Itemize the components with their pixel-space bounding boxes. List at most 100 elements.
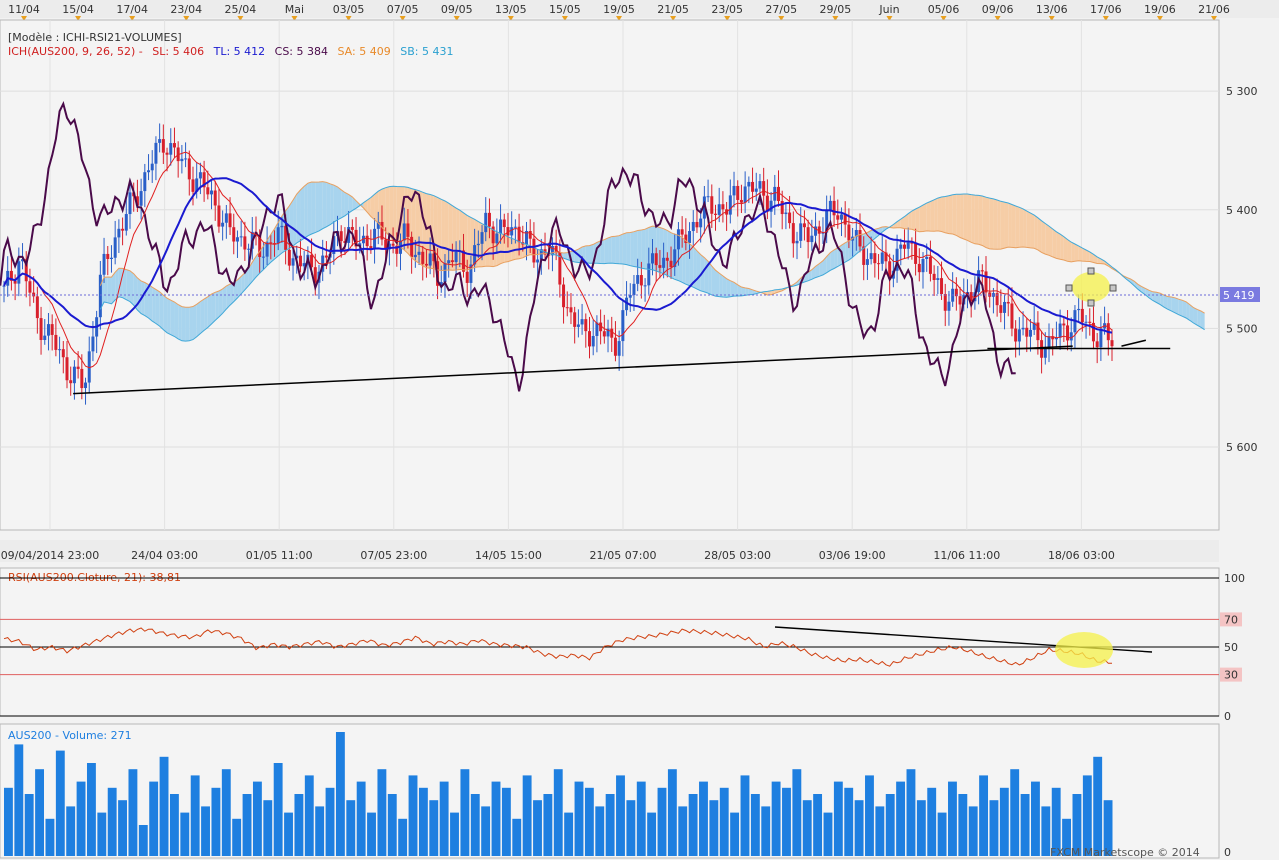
kumo-segment xyxy=(848,238,853,261)
top-date-label: 13/06 xyxy=(1036,3,1068,16)
kumo-segment xyxy=(344,192,349,216)
candle-body xyxy=(1099,328,1103,348)
volume-bar xyxy=(66,806,76,856)
kumo-segment xyxy=(315,181,319,233)
time-tick-label: 24/04 03:00 xyxy=(131,549,198,562)
rsi-panel[interactable] xyxy=(0,567,1220,717)
main-chart-panel[interactable] xyxy=(0,19,1220,531)
candle-body xyxy=(280,225,284,228)
kumo-segment xyxy=(326,182,331,227)
candle-body xyxy=(832,200,836,216)
candle-body xyxy=(184,158,188,160)
candle-body xyxy=(739,199,743,203)
candle-body xyxy=(187,158,191,180)
volume-bar xyxy=(522,775,532,856)
candle-body xyxy=(276,227,280,244)
volume-bar xyxy=(242,794,252,856)
candle-body xyxy=(265,242,269,257)
candle-body xyxy=(632,283,636,296)
time-tick-label: 28/05 03:00 xyxy=(704,549,771,562)
candle-body xyxy=(161,139,165,153)
kumo-segment xyxy=(971,194,975,244)
kumo-segment xyxy=(211,292,216,325)
kumo-segment xyxy=(967,193,972,243)
kumo-segment xyxy=(630,231,634,267)
top-date-label: 09/05 xyxy=(441,3,473,16)
candle-body xyxy=(758,181,762,189)
candle-body xyxy=(984,271,988,293)
candle-body xyxy=(1069,332,1073,341)
candle-body xyxy=(914,243,918,264)
kumo-segment xyxy=(107,277,112,304)
candle-body xyxy=(688,231,692,243)
candle-body xyxy=(239,236,243,238)
candle-body xyxy=(1017,329,1021,342)
rsi-level-label: 30 xyxy=(1224,669,1238,682)
candle-body xyxy=(139,191,143,206)
volume-bar xyxy=(875,806,885,856)
candle-body xyxy=(1110,340,1114,347)
volume-bar xyxy=(398,818,408,856)
kumo-segment xyxy=(1034,215,1038,250)
kumo-segment xyxy=(663,228,668,276)
candle-body xyxy=(502,219,506,228)
candle-body xyxy=(495,233,499,244)
volume-bar xyxy=(107,787,117,856)
kumo-segment xyxy=(937,197,942,232)
candle-body xyxy=(69,380,73,384)
kumo-segment xyxy=(715,270,720,297)
rsi-level-label: 0 xyxy=(1224,710,1231,723)
candle-body xyxy=(128,192,132,215)
volume-bar xyxy=(273,763,283,856)
volume-bar xyxy=(1010,769,1020,856)
candle-body xyxy=(1084,321,1088,323)
kumo-segment xyxy=(307,181,312,236)
candle-body xyxy=(513,226,517,228)
volume-bar xyxy=(211,787,221,856)
volume-bar xyxy=(481,806,491,856)
kumo-segment xyxy=(926,201,931,232)
candle-body xyxy=(102,253,106,275)
candle-body xyxy=(706,196,710,198)
candle-body xyxy=(109,257,113,259)
kumo-segment xyxy=(444,200,449,271)
kumo-segment xyxy=(200,299,205,334)
candle-body xyxy=(573,312,577,327)
candle-body xyxy=(662,257,666,268)
candle-body xyxy=(224,213,228,223)
candle-body xyxy=(213,190,217,206)
volume-bar xyxy=(750,794,760,856)
kumo-segment xyxy=(137,277,142,314)
kumo-segment xyxy=(956,194,961,238)
top-date-label: 23/04 xyxy=(170,3,202,16)
kumo-segment xyxy=(148,284,153,322)
candle-body xyxy=(65,357,69,381)
time-tick-label: 18/06 03:00 xyxy=(1048,549,1115,562)
volume-bar xyxy=(367,812,376,856)
kumo-segment xyxy=(930,199,935,232)
kumo-segment xyxy=(333,185,338,223)
volume-bar xyxy=(335,732,345,856)
candle-body xyxy=(1080,308,1084,323)
candle-body xyxy=(154,142,158,164)
volume-bar xyxy=(740,775,750,856)
kumo-segment xyxy=(711,266,716,297)
indicator-sa: SA: 5 409 xyxy=(338,45,391,58)
kumo-segment xyxy=(637,229,642,269)
candle-body xyxy=(58,349,62,351)
candle-body xyxy=(784,212,788,215)
candle-body xyxy=(1028,329,1032,337)
candle-body xyxy=(243,236,247,250)
candle-body xyxy=(28,281,32,293)
volume-y-tick: 0 xyxy=(1224,846,1231,859)
candle-body xyxy=(510,227,514,236)
candle-body xyxy=(54,334,58,350)
candle-body xyxy=(206,187,210,195)
candle-body xyxy=(487,212,491,227)
top-date-label: 21/06 xyxy=(1198,3,1230,16)
volume-bar xyxy=(169,794,179,856)
kumo-segment xyxy=(337,186,342,220)
top-date-label: 21/05 xyxy=(657,3,689,16)
top-date-label: 15/05 xyxy=(549,3,581,16)
candle-body xyxy=(676,229,680,250)
